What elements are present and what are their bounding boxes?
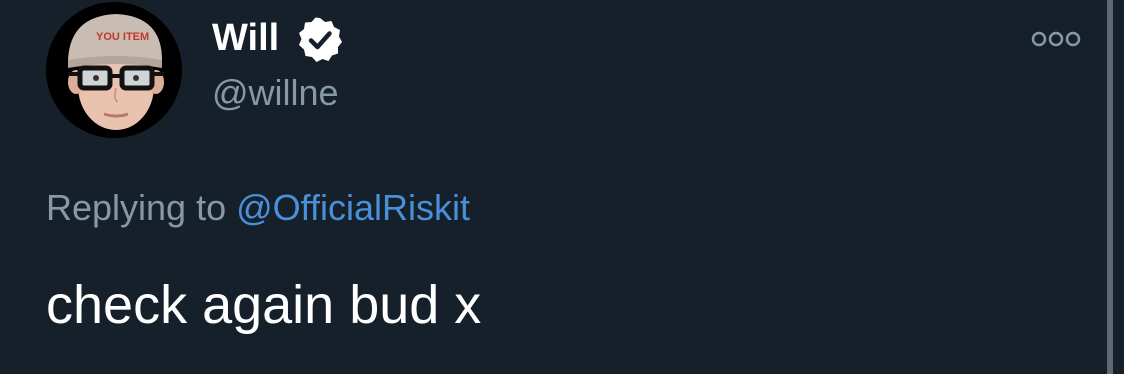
reply-mention-link[interactable]: @OfficialRiskit <box>236 187 470 228</box>
author-handle[interactable]: @willne <box>212 70 339 116</box>
avatar[interactable]: YOU ITEM <box>46 2 182 138</box>
avatar-photo-icon: YOU ITEM <box>46 2 182 138</box>
scrollbar[interactable] <box>1107 0 1113 374</box>
svg-text:YOU ITEM: YOU ITEM <box>96 31 149 43</box>
reply-context: Replying to @OfficialRiskit <box>46 184 470 232</box>
verified-badge-icon <box>299 17 342 62</box>
tweet: YOU ITEM Will @willne Replying to @Offic… <box>0 0 1124 374</box>
more-options-icon[interactable] <box>1030 26 1082 52</box>
tweet-text: check again bud x <box>46 275 482 335</box>
reply-prefix: Replying to <box>46 187 227 228</box>
display-name[interactable]: Will <box>212 14 279 62</box>
